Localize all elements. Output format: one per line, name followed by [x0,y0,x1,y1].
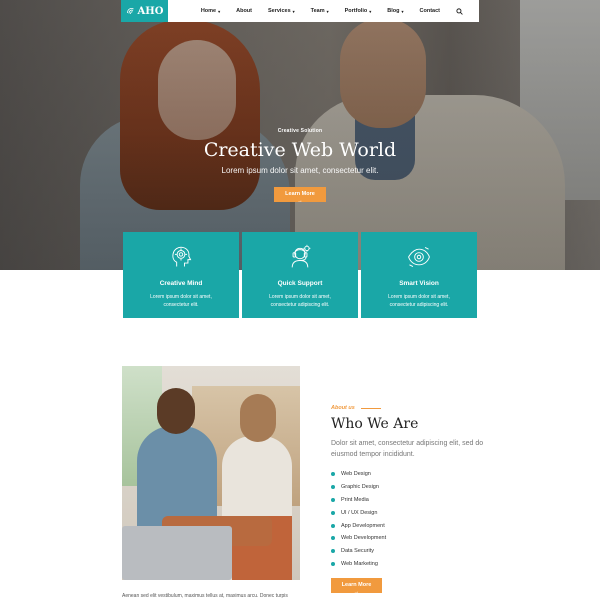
nav-item-label: Contact [419,8,440,14]
hero-title: Creative Web World [203,139,397,161]
service-label: Web Design [341,471,371,478]
support-icon [291,244,311,268]
bullet-icon [331,510,335,515]
nav-item-label: Portfolio [344,8,368,14]
nav-item-blog[interactable]: Blog ▾ [379,8,411,14]
feature-text: Lorem ipsum dolor sit amet, consectetur … [123,293,239,309]
logo-text: AHO [137,5,164,17]
bullet-icon [331,523,335,528]
main-navbar: AHO Home ▾ About Services ▾ Team ▾ Portfoli… [121,0,479,22]
feature-card-quick-support[interactable]: Quick Support Lorem ipsum dolor sit amet… [242,232,358,318]
services-list: Web Design Graphic Design Print Media UI… [331,468,491,570]
list-item: Web Marketing [331,558,491,571]
site-logo[interactable]: AHO [121,0,168,22]
list-item: UI / UX Design [331,506,491,519]
list-item: Graphic Design [331,481,491,494]
about-kicker: About us [331,405,491,411]
feature-text-line: Lorem ipsum dolor sit amet, [388,294,450,300]
bullet-icon [331,497,335,502]
bullet-icon [331,561,335,566]
chevron-down-icon: ▾ [369,8,372,14]
list-item: Web Development [331,532,491,545]
about-kicker-label: About us [331,405,355,411]
hero-learn-more-button[interactable]: Learn More → [274,187,326,204]
feature-title: Creative Mind [159,280,203,287]
search-icon[interactable] [448,7,471,15]
about-section: About us Who We Are Dolor sit amet, cons… [331,405,491,598]
service-label: Web Development [341,535,387,542]
list-item: Print Media [331,494,491,507]
feature-text: Lorem ipsum dolor sit amet, consectetur … [242,293,358,309]
list-item: Web Design [331,468,491,481]
service-label: Data Security [341,548,375,555]
list-item: App Development [331,519,491,532]
feature-text: Lorem ipsum dolor sit amet, consectetur … [361,293,477,309]
feature-text-line: Lorem ipsum dolor sit amet, [150,294,212,300]
mind-icon [172,246,192,267]
about-caption: Aenean sed elit vestibulum, maximus tell… [122,593,288,599]
bullet-icon [331,472,335,477]
about-description: Dolor sit amet, consectetur adipiscing e… [331,440,484,458]
bullet-icon [331,485,335,490]
service-label: Graphic Design [341,484,379,491]
about-photo-laptop [122,526,232,580]
service-label: App Development [341,522,385,529]
nav-item-label: Home [200,8,217,14]
kicker-divider [360,407,381,409]
bullet-icon [331,549,335,554]
nav-menu: Home ▾ About Services ▾ Team ▾ Portfolio ▾ B… [193,7,471,15]
nav-item-label: Blog [387,8,400,14]
feature-text-line: consectetur adipiscing elit. [270,302,330,308]
about-learn-more-button[interactable]: Learn More → [331,578,382,595]
nav-item-about[interactable]: About [228,8,260,14]
nav-item-label: About [236,8,252,14]
feature-text-line: Lorem ipsum dolor sit amet, [269,294,331,300]
about-photo-woman-head [240,394,276,442]
nav-item-portfolio[interactable]: Portfolio ▾ [337,8,380,14]
hero-section: Creative Solution Creative Web World Lor… [0,0,600,270]
about-photo-man-head [157,388,195,434]
feature-text-line: consectetur adipiscing elit. [389,302,449,308]
about-photo [122,366,300,580]
service-label: Web Marketing [341,560,378,567]
chevron-down-icon: ▾ [401,8,404,14]
chevron-down-icon: ▾ [326,8,329,14]
chevron-down-icon: ▾ [218,8,221,14]
feature-title: Smart Vision [399,280,439,287]
service-label: UI / UX Design [341,509,378,516]
feature-text-line: consectetur elit. [163,302,199,308]
bullet-icon [331,536,335,541]
service-label: Print Media [341,496,369,503]
nav-item-team[interactable]: Team ▾ [303,8,337,14]
chevron-down-icon: ▾ [292,8,295,14]
feature-cards: Creative Mind Lorem ipsum dolor sit amet… [123,232,477,318]
hero-kicker: Creative Solution [277,128,323,134]
vision-icon [408,247,430,267]
nav-item-services[interactable]: Services ▾ [260,8,303,14]
nav-item-contact[interactable]: Contact [412,8,448,14]
nav-item-home[interactable]: Home ▾ [193,8,228,14]
feature-title: Quick Support [277,280,323,287]
hero-subtitle: Lorem ipsum dolor sit amet, consectetur … [221,166,379,175]
logo-icon [126,8,134,15]
about-title: Who We Are [331,416,419,432]
feature-card-smart-vision[interactable]: Smart Vision Lorem ipsum dolor sit amet,… [361,232,477,318]
hero-content: Creative Solution Creative Web World Lor… [0,128,600,207]
nav-item-label: Services [268,8,291,14]
list-item: Data Security [331,545,491,558]
feature-card-creative-mind[interactable]: Creative Mind Lorem ipsum dolor sit amet… [123,232,239,318]
nav-item-label: Team [310,8,325,14]
